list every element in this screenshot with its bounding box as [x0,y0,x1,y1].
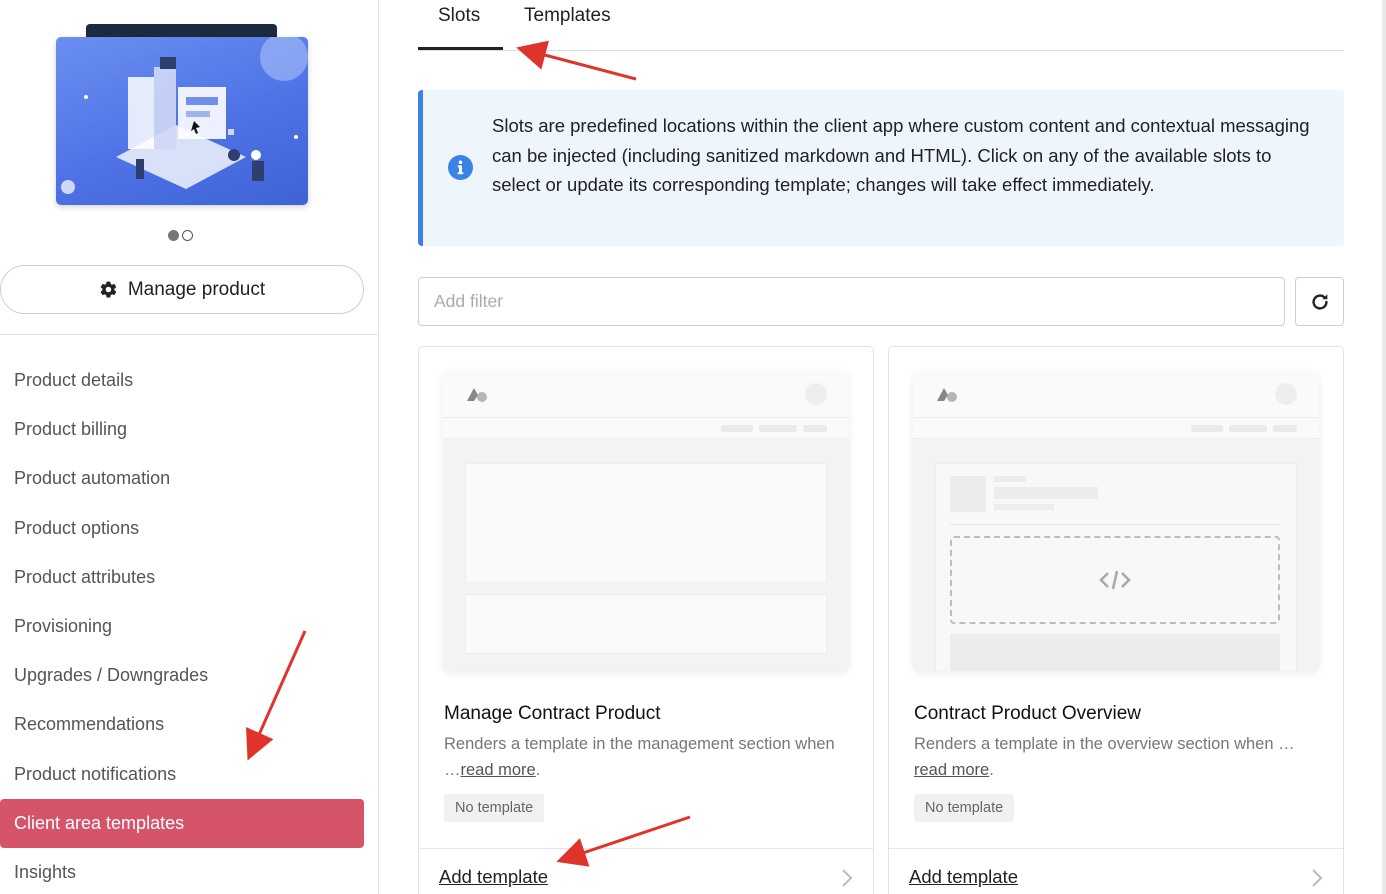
product-header: Manage product [0,0,378,335]
manage-product-button[interactable]: Manage product [0,265,364,314]
status-badge: No template [444,794,545,822]
carousel-dot[interactable] [168,230,179,241]
info-text: Slots are predefined locations within th… [492,115,1310,195]
sidebar-item-client-area-templates[interactable]: Client area templates [0,798,364,848]
card-divider [889,848,1343,849]
filter-input[interactable] [418,277,1285,326]
slot-description: Renders a template in the overview secti… [914,735,1295,779]
sidebar-item-product-options[interactable]: Product options [0,504,379,553]
read-more-link[interactable]: read more [914,761,989,779]
card-divider [419,848,873,849]
preview-nav-placeholder [1191,425,1297,432]
sidebar-item-upgrades-downgrades[interactable]: Upgrades / Downgrades [0,651,379,700]
sidebar-item-product-details[interactable]: Product details [0,356,379,405]
status-badge: No template [914,794,1015,822]
content-placeholder [465,594,827,654]
read-more-link[interactable]: read more [461,761,536,779]
app-logo-icon [937,388,957,402]
sidebar-item-product-attributes[interactable]: Product attributes [0,553,379,602]
app-logo-icon [467,388,487,402]
sidebar-item-provisioning[interactable]: Provisioning [0,602,379,651]
slot-title: Manage Contract Product [444,703,661,724]
content-placeholder [465,463,827,583]
slot-preview [913,371,1319,671]
tab-templates[interactable]: Templates [524,5,611,51]
carousel-dot[interactable] [182,230,193,241]
slot-preview [443,371,849,671]
chevron-right-icon[interactable] [1311,868,1323,888]
sidebar-item-insights[interactable]: Insights [0,848,379,894]
slot-title: Contract Product Overview [914,703,1142,724]
sidebar-item-recommendations[interactable]: Recommendations [0,700,379,749]
sidebar-item-product-notifications[interactable]: Product notifications [0,750,379,799]
preview-divider [913,417,1319,418]
info-icon [448,155,473,180]
info-callout: Slots are predefined locations within th… [418,90,1344,246]
add-template-link[interactable]: Add template [909,866,1018,888]
preview-body [913,439,1319,671]
slot-card[interactable]: Manage Contract Product Renders a templa… [418,346,874,894]
overview-panel-placeholder [935,463,1297,671]
refresh-button[interactable] [1295,277,1344,326]
main-content: Slots Templates Slots are predefined loc… [418,0,1344,894]
active-tab-indicator [418,47,503,50]
gear-icon [100,281,116,298]
avatar-placeholder [1275,383,1297,405]
tab-bar: Slots Templates [418,0,1344,51]
refresh-icon [1311,293,1328,310]
window-edge [1382,0,1386,894]
carousel-dots [168,230,193,241]
image-placeholder [950,476,986,512]
avatar-placeholder [805,383,827,405]
code-icon [1099,570,1131,590]
slot-card[interactable]: Contract Product Overview Renders a temp… [888,346,1344,894]
slot-description: Renders a template in the management sec… [444,735,835,779]
slot-dropzone [950,536,1280,624]
add-template-link[interactable]: Add template [439,866,548,888]
preview-nav-placeholder [721,425,827,432]
preview-body [443,439,849,671]
tab-slots[interactable]: Slots [438,5,480,51]
sidebar-item-product-automation[interactable]: Product automation [0,454,379,503]
sidebar: Manage product Product details Product b… [0,0,379,894]
product-nav: Product details Product billing Product … [0,356,379,894]
preview-divider [443,417,849,418]
sidebar-item-product-billing[interactable]: Product billing [0,405,379,454]
product-image[interactable] [56,37,308,205]
manage-product-label: Manage product [127,278,266,300]
isometric-illustration-icon [61,37,308,194]
chevron-right-icon[interactable] [841,868,853,888]
